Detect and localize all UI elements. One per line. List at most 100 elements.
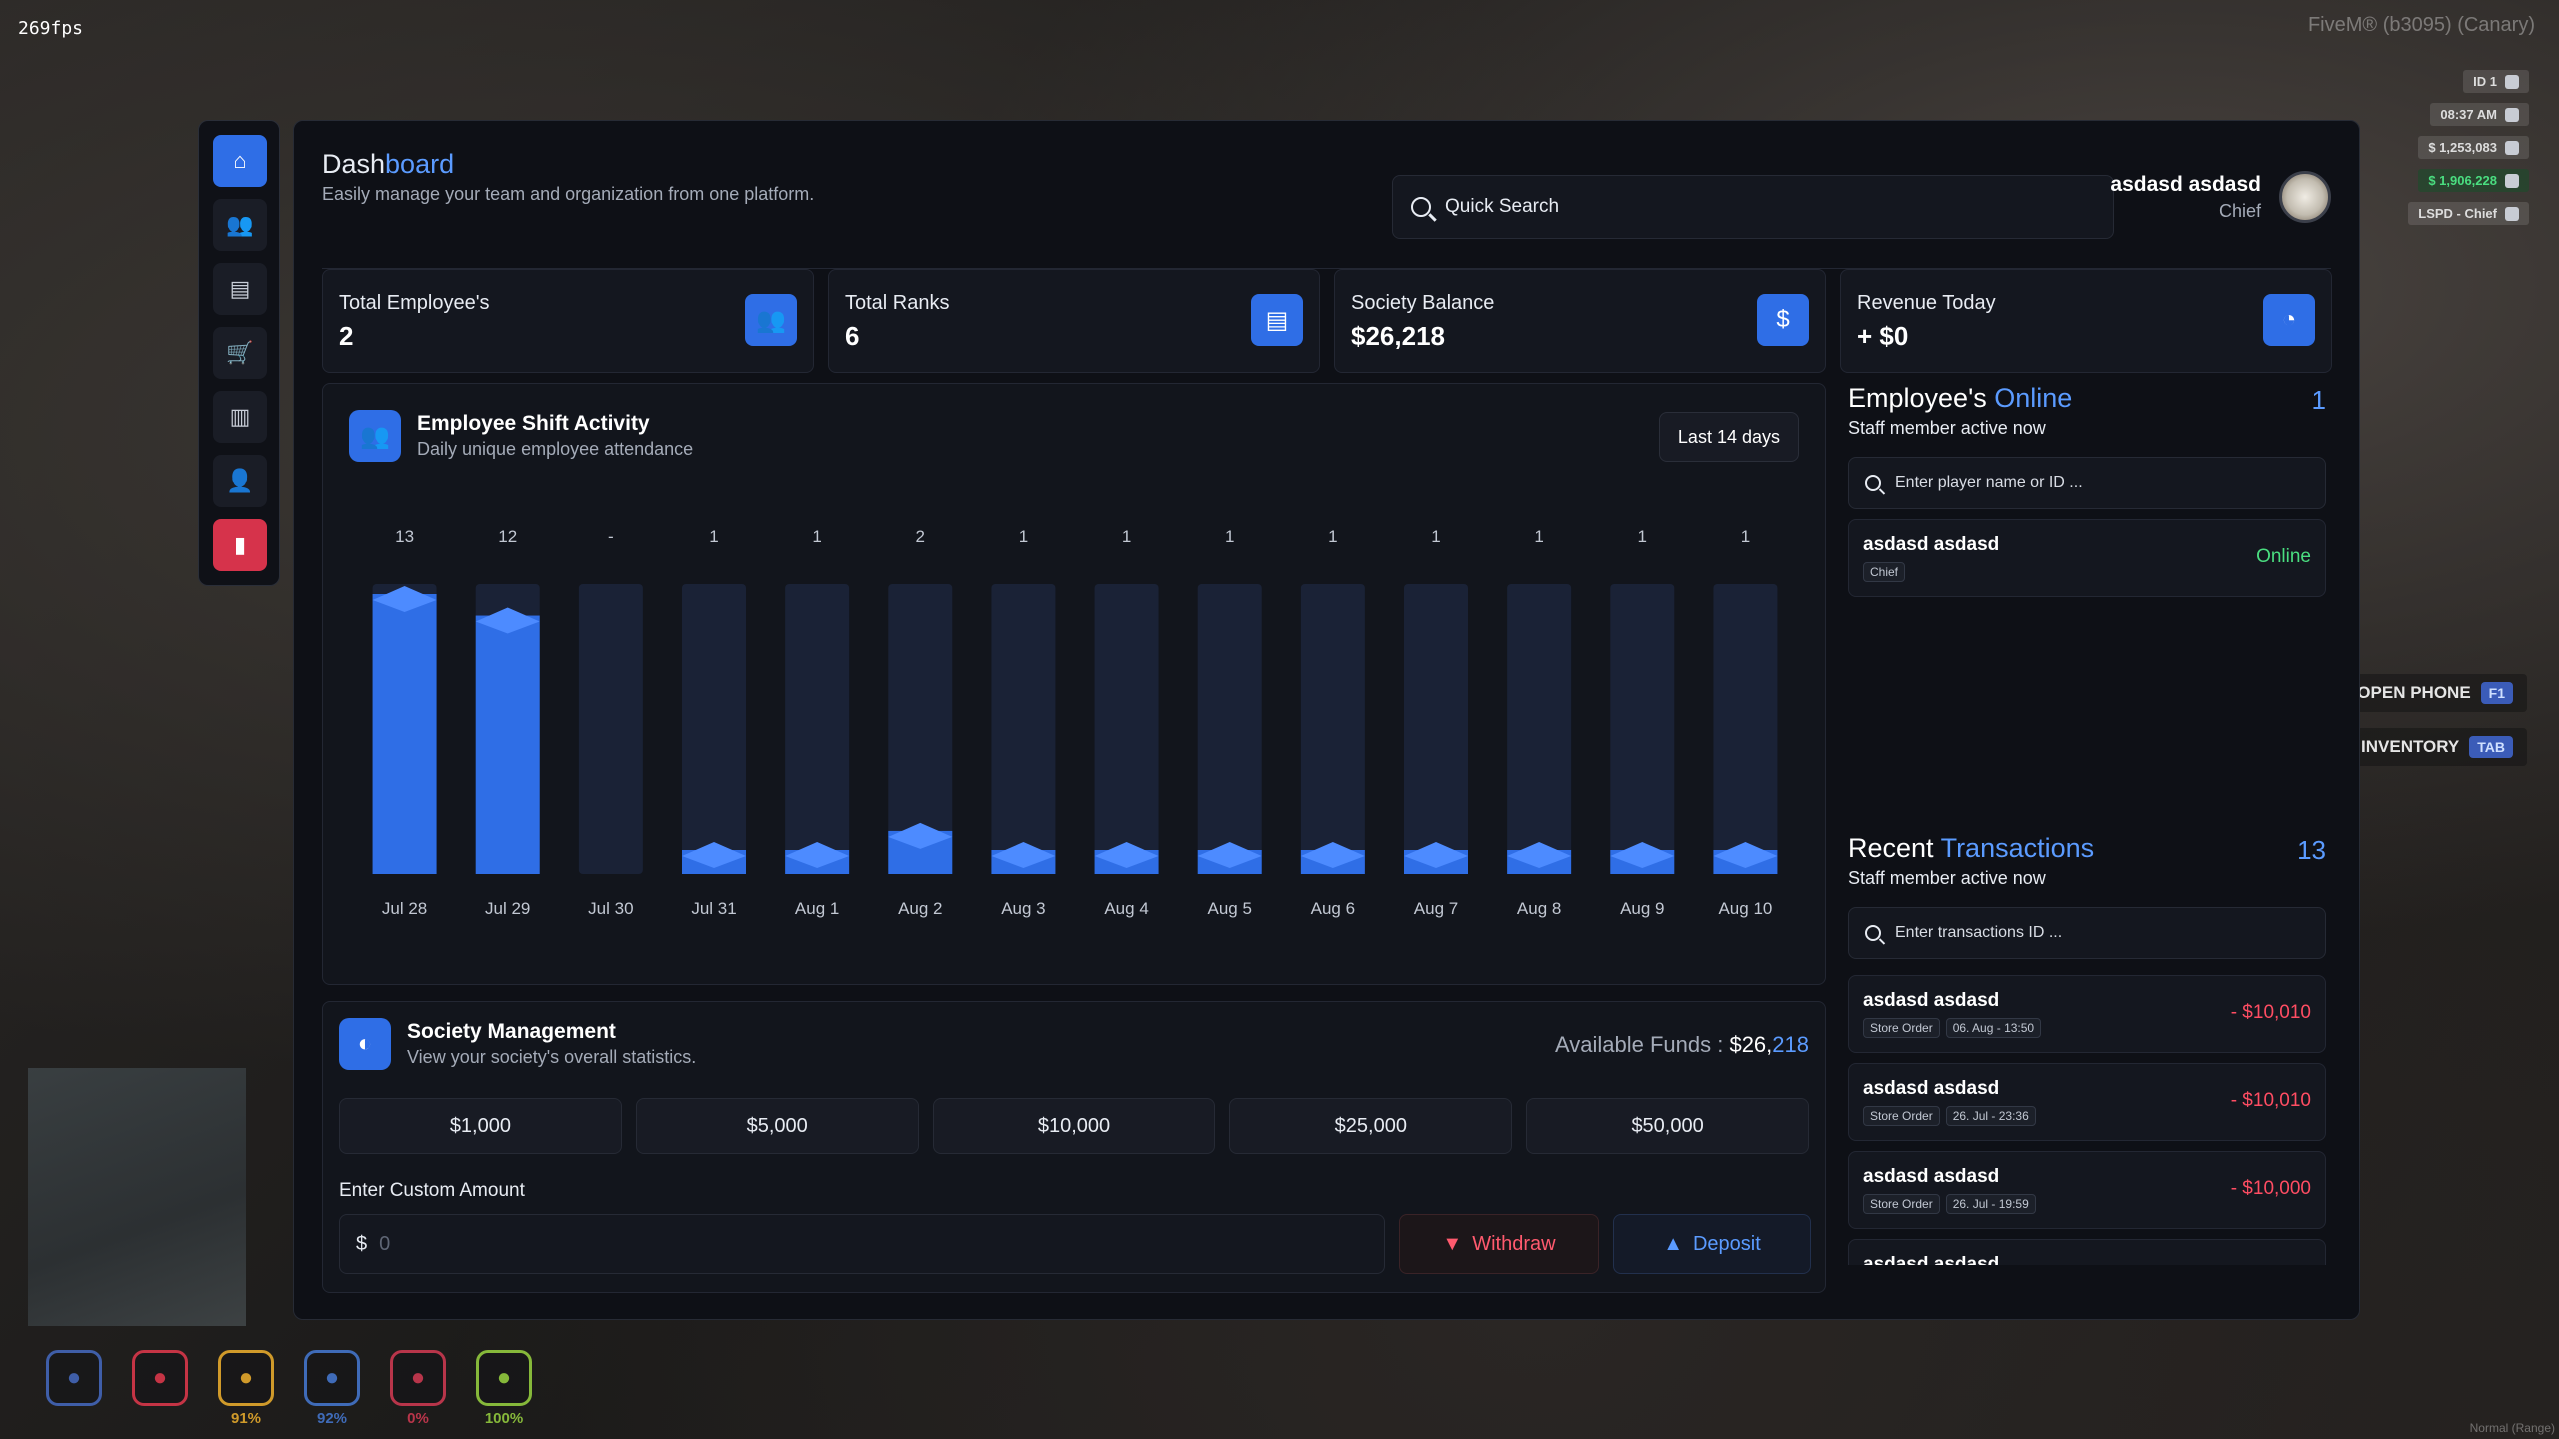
x-tick-label: Aug 3 <box>1001 899 1045 918</box>
rail-storage-button[interactable]: ▥ <box>213 391 267 443</box>
x-tick-label: Aug 1 <box>795 899 839 918</box>
withdraw-button[interactable]: ▼ Withdraw <box>1399 1214 1599 1274</box>
bar-value-label: 1 <box>1328 527 1337 546</box>
dashboard-panel: Dashboard Easily manage your team and or… <box>293 120 2360 1320</box>
society-management-card: ◐ Society Management View your society's… <box>322 1001 1826 1293</box>
rail-home-button[interactable]: ⌂ <box>213 135 267 187</box>
rail-store-button[interactable]: 🛒 <box>213 327 267 379</box>
voice-icon: ● <box>46 1350 102 1406</box>
stat-card: Revenue Today + $0 ◔ <box>1840 269 2332 373</box>
rail-employees-button[interactable]: 👥 <box>213 199 267 251</box>
ranks-icon: ▤ <box>229 276 251 301</box>
transaction-search-field[interactable] <box>1848 907 2326 959</box>
bar-track <box>1094 584 1159 874</box>
transaction-row[interactable]: asdasd asdasd Store Order 26. Jul - 19:59-… <box>1848 1151 2326 1229</box>
transaction-amount: - $10,000 <box>2230 1178 2311 1199</box>
member-name: asdasd asdasd <box>1863 534 2000 555</box>
bar-value-label: 2 <box>916 527 925 546</box>
transaction-row[interactable]: asdasd asdasd Store Order 26. Jul - 23:36-… <box>1848 1063 2326 1141</box>
amount-preset-button[interactable]: $1,000 <box>339 1098 622 1154</box>
rail-ranks-button[interactable]: ▤ <box>213 263 267 315</box>
stat-card: Total Employee's 2 👥 <box>322 269 814 373</box>
bar-track <box>1404 584 1468 874</box>
stat-label: Revenue Today <box>1857 292 1996 314</box>
transaction-row[interactable]: asdasd asdasdStore Order26. Jul - 19:58-… <box>1848 1239 2326 1265</box>
online-member-row[interactable]: asdasd asdasd Chief Online <box>1848 519 2326 597</box>
amount-preset-button[interactable]: $25,000 <box>1229 1098 1513 1154</box>
bank-display: $ 1,906,228 <box>2418 169 2529 192</box>
quick-search[interactable]: Quick Search <box>1392 175 2114 239</box>
amount-preset-button[interactable]: $50,000 <box>1526 1098 1809 1154</box>
bank-icon <box>2505 173 2519 188</box>
transaction-search-input[interactable] <box>1895 924 2309 942</box>
member-status: Online <box>2256 546 2311 567</box>
search-icon <box>1865 925 1881 941</box>
hud-value: 92% <box>316 1410 348 1427</box>
x-tick-label: Jul 28 <box>382 899 427 918</box>
transaction-row[interactable]: asdasd asdasd Store Order 06. Aug - 13:50-… <box>1848 975 2326 1053</box>
fps-counter: 269fps <box>18 18 84 39</box>
preset-amounts: $1,000 $5,000 $10,000 $25,000 $50,000 <box>339 1098 1809 1154</box>
fivem-title: FiveM® (b3095) (Canary) <box>2307 14 2535 36</box>
range-select-button[interactable]: Last 14 days <box>1658 412 1799 462</box>
stats-row: Total Employee's 2 👥 Total Ranks 6 ▤ Society B… <box>322 269 2332 373</box>
currency-symbol: $ <box>356 1232 368 1255</box>
job-display: LSPD - Chief <box>2408 202 2529 225</box>
transaction-list: asdasd asdasd Store Order 06. Aug - 13:50-… <box>1848 975 2326 1265</box>
bar-track <box>785 584 850 874</box>
right-column: Employee's Online 1 Staff member active … <box>1848 383 2326 1265</box>
bar-value-label: 1 <box>1122 527 1131 546</box>
transaction-date-badge: 26. Jul - 23:36 <box>1945 1106 2036 1126</box>
deposit-button[interactable]: ▲ Deposit <box>1613 1214 1811 1274</box>
users-icon: 👥 <box>349 410 401 462</box>
shift-chart: 13 Jul 28 12 Jul 29 - Jul 30 1 Jul 31 1 Aug 1 2 Aug… <box>372 527 1778 918</box>
transaction-date-badge: 26. Jul - 19:59 <box>1945 1194 2036 1214</box>
employees-icon: 👥 <box>226 212 254 237</box>
available-funds: Available Funds : $26,218 <box>1554 1032 1809 1057</box>
player-search-input[interactable] <box>1895 474 2309 492</box>
bar <box>372 594 437 874</box>
bar-track <box>1610 584 1675 874</box>
hud-voice: ● <box>44 1350 104 1427</box>
rail-profile-button[interactable]: 👤 <box>213 455 267 507</box>
transaction-name: asdasd asdasd <box>1863 1254 2000 1265</box>
custom-amount-input[interactable] <box>379 1232 1368 1256</box>
minimap <box>28 1068 246 1326</box>
cash-icon <box>2505 140 2519 155</box>
avatar <box>2279 171 2331 223</box>
bar-value-label: 1 <box>1225 527 1234 546</box>
clock: 08:37 AM <box>2430 103 2529 126</box>
amount-preset-button[interactable]: $10,000 <box>932 1098 1216 1154</box>
bar-track <box>1713 584 1778 874</box>
header: Dashboard Easily manage your team and or… <box>322 149 2331 269</box>
hud-value: 91% <box>230 1410 262 1427</box>
x-tick-label: Aug 4 <box>1104 899 1148 918</box>
amount-preset-button[interactable]: $5,000 <box>635 1098 919 1154</box>
transaction-type-badge: Store Order <box>1863 1106 1940 1126</box>
hud-stamina: ● 100% <box>474 1350 534 1427</box>
player-search-field[interactable] <box>1848 457 2326 509</box>
stat-icon: 👥 <box>745 294 797 346</box>
bar-value-label: - <box>608 527 614 546</box>
exit-icon: ▮ <box>233 532 247 557</box>
player-info: ID 1 08:37 AM $ 1,253,083 $ 1,906,228 LS… <box>2408 70 2529 225</box>
user-profile[interactable]: asdasd asdasd Chief <box>2110 171 2331 223</box>
stat-value: 6 <box>845 321 860 351</box>
transaction-amount: - $10,010 <box>2230 1002 2311 1023</box>
rail-exit-button[interactable]: ▮ <box>213 519 267 571</box>
bar-track <box>578 584 643 874</box>
online-title: Employee's Online <box>1848 383 2073 413</box>
bar-value-label: 13 <box>395 527 414 546</box>
x-tick-label: Aug 8 <box>1517 899 1561 918</box>
search-icon <box>1865 475 1881 491</box>
stat-label: Total Ranks <box>845 292 950 314</box>
transaction-type-badge: Store Order <box>1863 1194 1940 1214</box>
online-count: 1 <box>2311 385 2326 415</box>
cash-display: $ 1,253,083 <box>2418 136 2529 159</box>
activity-title: Employee Shift Activity <box>417 412 650 435</box>
online-subtitle: Staff member active now <box>1848 418 2046 438</box>
custom-amount-field[interactable]: $ <box>339 1214 1385 1274</box>
user-rank: Chief <box>2218 200 2261 221</box>
bar-track <box>1197 584 1262 874</box>
hud-health: ● <box>130 1350 190 1427</box>
